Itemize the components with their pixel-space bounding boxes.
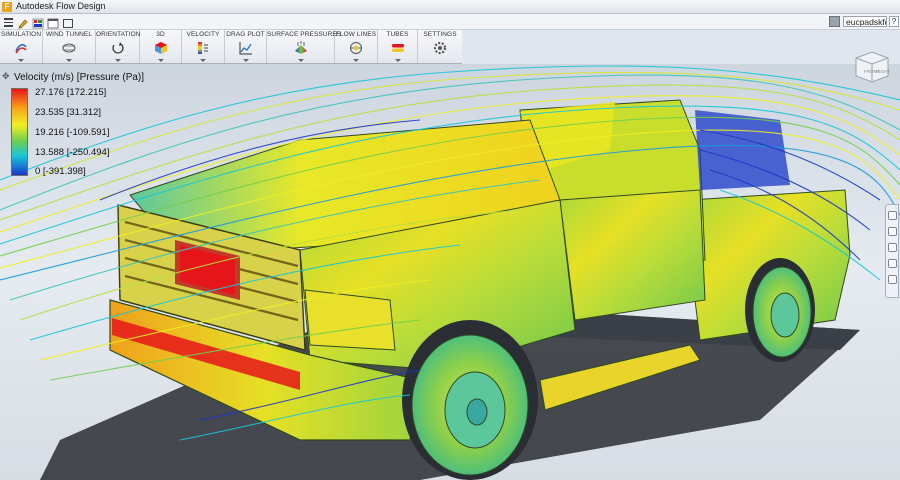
legend-title: Velocity (m/s) [Pressure (Pa)] [14, 72, 145, 83]
tab-orientation[interactable]: ORIENTATION [96, 30, 140, 63]
view-cube[interactable]: FRONT RIGHT [852, 46, 892, 86]
simulation-viewport[interactable] [0, 64, 900, 480]
user-name-field[interactable]: eucpadskfd1 [843, 16, 887, 27]
tab-flow-lines[interactable]: FLOW LINES [335, 30, 378, 63]
tab-label: SIMULATION [0, 31, 42, 38]
dropdown-arrow-icon[interactable] [353, 59, 359, 62]
legend-label-3: 19.216 [-109.591] [35, 127, 110, 138]
wind-tunnel-icon [62, 43, 76, 53]
window-icon[interactable] [47, 16, 59, 29]
settings-icon [433, 41, 447, 55]
legend-label-max: 27.176 [172.215] [35, 87, 107, 98]
tab-label: FLOW LINES [335, 31, 377, 38]
quick-access-bar: eucpadskfd1 ? [0, 14, 900, 30]
dropdown-arrow-icon[interactable] [394, 59, 401, 62]
look-icon[interactable] [888, 259, 897, 268]
flow-lines-icon [349, 41, 363, 55]
help-button[interactable]: ? [889, 16, 899, 27]
tab-label: VELOCITY [186, 31, 220, 38]
orientation-icon [111, 42, 124, 54]
app-logo-icon: F [2, 2, 12, 12]
tab-label: ORIENTATION [96, 31, 141, 38]
dropdown-arrow-icon[interactable] [200, 59, 206, 62]
cube-3d-icon [154, 42, 167, 54]
pin-icon[interactable]: ✥ [2, 71, 10, 82]
tab-velocity[interactable]: VELOCITY [182, 30, 225, 63]
pan-icon[interactable] [888, 243, 897, 252]
legend-label-4: 13.588 [-250.494] [35, 147, 110, 158]
tubes-icon [391, 44, 404, 52]
tab-3d[interactable]: 3D [140, 30, 182, 63]
tab-drag-plot[interactable]: DRAG PLOT [225, 30, 267, 63]
title-bar: F Autodesk Flow Design [0, 0, 900, 14]
dropdown-arrow-icon[interactable] [18, 59, 24, 62]
dropdown-arrow-icon[interactable] [242, 59, 249, 62]
window-title: Autodesk Flow Design [16, 1, 106, 11]
navigation-bar [885, 204, 899, 298]
tab-label: SURFACE PRESSURES [267, 31, 342, 38]
tab-settings[interactable]: SETTINGS [418, 30, 462, 63]
velocity-icon [198, 42, 208, 54]
orbit-icon[interactable] [888, 227, 897, 236]
fit-view-icon[interactable] [888, 275, 897, 284]
drag-plot-icon [239, 42, 252, 55]
legend-color-bar [11, 88, 28, 176]
zoom-icon[interactable] [888, 211, 897, 220]
dropdown-arrow-icon[interactable] [157, 59, 164, 62]
viewcube-right-label: RIGHT [876, 69, 890, 74]
tab-label: TUBES [386, 31, 409, 38]
tab-label: SETTINGS [423, 31, 457, 38]
tab-tubes[interactable]: TUBES [378, 30, 418, 63]
palette-icon[interactable] [32, 16, 44, 29]
user-avatar-icon[interactable] [829, 16, 840, 27]
tab-surface-pressures[interactable]: SURFACE PRESSURES [267, 30, 342, 63]
tab-label: DRAG PLOT [226, 31, 265, 38]
legend-label-2: 23.535 [31.312] [35, 107, 102, 118]
dropdown-arrow-icon[interactable] [114, 59, 121, 62]
ribbon-toolbar: SIMULATION WIND TUNNEL ORIENTATION 3D VE… [0, 30, 462, 64]
tab-wind-tunnel[interactable]: WIND TUNNEL [43, 30, 96, 63]
simulation-icon [15, 43, 27, 54]
edit-icon[interactable] [17, 16, 29, 29]
dropdown-arrow-icon[interactable] [66, 59, 72, 62]
tab-label: WIND TUNNEL [45, 31, 93, 38]
fullscreen-icon[interactable] [62, 16, 74, 28]
legend-label-min: 0 [-391.398] [35, 166, 86, 177]
dropdown-arrow-icon[interactable] [297, 59, 304, 62]
menu-icon[interactable] [3, 16, 15, 27]
tab-simulation[interactable]: SIMULATION [0, 30, 43, 63]
surface-pressures-icon [294, 41, 307, 54]
tab-label: 3D [156, 31, 165, 38]
